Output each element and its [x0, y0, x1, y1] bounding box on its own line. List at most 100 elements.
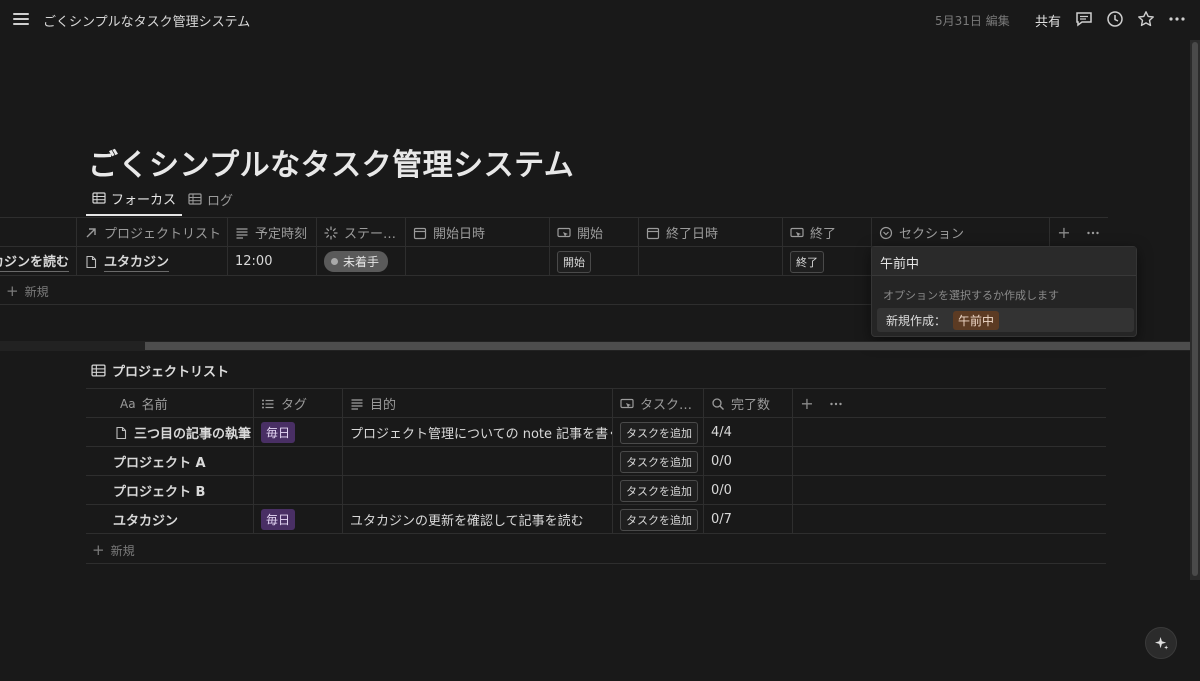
table-icon	[188, 193, 202, 205]
breadcrumb[interactable]: ごくシンプルなタスク管理システム	[43, 11, 250, 30]
start-cell: 開始	[550, 247, 639, 276]
more-columns-icon[interactable]	[1078, 218, 1108, 247]
project-name[interactable]: プロジェクト B	[113, 481, 205, 500]
start-datetime-cell[interactable]	[406, 247, 550, 276]
section-select-dropdown: 午前中 オプションを選択するか作成します 新規作成： 午前中	[871, 246, 1137, 337]
project-name[interactable]: ユタカジン	[113, 510, 178, 529]
history-clock-icon[interactable]	[1106, 10, 1124, 28]
button-cursor-icon	[557, 227, 571, 237]
text-type-icon: Aa	[120, 396, 136, 411]
share-button[interactable]: 共有	[1035, 11, 1061, 30]
add-task-button[interactable]: タスクを追加	[620, 508, 698, 531]
status-cell[interactable]: 未着手	[317, 247, 406, 276]
row-filler	[793, 476, 1106, 505]
table-icon	[92, 192, 106, 204]
more-columns-icon[interactable]	[821, 389, 851, 418]
purpose-cell[interactable]	[343, 476, 613, 505]
project-name-cell[interactable]: プロジェクト B	[86, 476, 254, 505]
end-datetime-cell[interactable]	[639, 247, 783, 276]
purpose-cell[interactable]: ユタカジンの更新を確認して記事を読む	[343, 505, 613, 534]
task-button-cell: タスクを追加	[613, 418, 704, 447]
page-icon	[116, 426, 127, 439]
table-row[interactable]: プロジェクト A タスクを追加 0/0	[86, 447, 1106, 476]
purpose-cell[interactable]: プロジェクト管理についての note 記事を書く	[343, 418, 613, 447]
add-task-button[interactable]: タスクを追加	[620, 479, 698, 502]
create-option-button[interactable]: 新規作成： 午前中	[877, 308, 1134, 332]
horizontal-scrollbar-thumb[interactable]	[145, 342, 1190, 350]
add-column-button[interactable]: +	[1050, 218, 1078, 247]
project-table-header: Aa 名前 タグ 目的 タスク… 完了数 +	[86, 388, 1106, 418]
column-header-status[interactable]: ステー…	[317, 218, 406, 247]
relation-arrow-icon	[86, 227, 96, 237]
column-header-start[interactable]: 開始	[550, 218, 639, 247]
favorite-star-icon[interactable]	[1137, 10, 1155, 28]
done-count-cell[interactable]: 4/4	[704, 418, 793, 447]
status-badge: 未着手	[324, 251, 389, 272]
column-header-end-datetime[interactable]: 終了日時	[639, 218, 783, 247]
new-row-button[interactable]: + 新規	[6, 282, 49, 300]
new-option-tag: 午前中	[953, 310, 1000, 330]
ai-sparkle-button[interactable]	[1145, 627, 1177, 659]
project-name-cell[interactable]: ユタカジン	[86, 505, 254, 534]
tag-cell[interactable]: 毎日	[254, 505, 343, 534]
tag-cell[interactable]	[254, 447, 343, 476]
add-column-button[interactable]: +	[793, 389, 821, 418]
plus-icon: +	[92, 541, 105, 559]
column-header-name[interactable]	[0, 218, 77, 247]
column-header-tag[interactable]: タグ	[254, 389, 343, 418]
project-name[interactable]: プロジェクト A	[113, 452, 206, 471]
column-header-task[interactable]: タスク…	[613, 389, 704, 418]
tab-log[interactable]: ログ	[182, 186, 239, 212]
task-button-cell: タスクを追加	[613, 505, 704, 534]
button-cursor-icon	[620, 398, 634, 408]
task-name[interactable]: カジンを読む	[0, 251, 69, 272]
header-filler	[851, 389, 1106, 418]
vertical-scrollbar-thumb[interactable]	[1192, 42, 1198, 576]
end-button[interactable]: 終了	[790, 250, 824, 273]
add-task-button[interactable]: タスクを追加	[620, 450, 698, 473]
section-search-input[interactable]: 午前中	[872, 247, 1136, 276]
tab-label: フォーカス	[111, 192, 177, 208]
tab-focus[interactable]: フォーカス	[86, 186, 183, 216]
table-row[interactable]: ユタカジン 毎日 ユタカジンの更新を確認して記事を読む タスクを追加 0/7	[86, 505, 1106, 534]
start-button[interactable]: 開始	[557, 250, 591, 273]
comment-icon[interactable]	[1075, 10, 1093, 28]
column-header-end[interactable]: 終了	[783, 218, 872, 247]
column-header-section[interactable]: セクション	[872, 218, 1050, 247]
row-filler	[793, 447, 1106, 476]
tag-cell[interactable]: 毎日	[254, 418, 343, 447]
calendar-icon	[413, 227, 427, 239]
status-spinner-icon	[324, 225, 338, 240]
add-task-button[interactable]: タスクを追加	[620, 421, 698, 444]
project-cell[interactable]: ユタカジン	[77, 247, 228, 276]
table-divider	[86, 563, 1106, 564]
table-row[interactable]: 三つ目の記事の執筆 毎日 プロジェクト管理についての note 記事を書く タスクを追…	[86, 418, 1106, 447]
tag-badge: 毎日	[261, 509, 296, 530]
time-cell[interactable]: 12:00	[228, 247, 317, 276]
column-header-project[interactable]: プロジェクトリスト	[77, 218, 228, 247]
dropdown-hint: オプションを選択するか作成します	[883, 289, 1059, 302]
column-header-purpose[interactable]: 目的	[343, 389, 613, 418]
menu-icon[interactable]	[12, 10, 30, 28]
new-project-button[interactable]: + 新規	[92, 541, 135, 559]
done-count-cell[interactable]: 0/7	[704, 505, 793, 534]
column-header-start-datetime[interactable]: 開始日時	[406, 218, 550, 247]
task-button-cell: タスクを追加	[613, 476, 704, 505]
column-header-time[interactable]: 予定時刻	[228, 218, 317, 247]
column-header-name[interactable]: Aa 名前	[86, 389, 254, 418]
search-icon	[712, 397, 724, 410]
page-title[interactable]: ごくシンプルなタスク管理システム	[88, 140, 574, 184]
task-name-cell[interactable]: カジンを読む	[0, 247, 77, 276]
more-options-icon[interactable]	[1168, 10, 1186, 28]
project-link[interactable]: ユタカジン	[104, 251, 170, 272]
column-header-done-count[interactable]: 完了数	[704, 389, 793, 418]
table-row[interactable]: プロジェクト B タスクを追加 0/0	[86, 476, 1106, 505]
project-name-cell[interactable]: 三つ目の記事の執筆	[86, 418, 254, 447]
purpose-cell[interactable]	[343, 447, 613, 476]
project-list-title[interactable]: プロジェクトリスト	[91, 361, 229, 380]
project-name-cell[interactable]: プロジェクト A	[86, 447, 254, 476]
tag-cell[interactable]	[254, 476, 343, 505]
done-count-cell[interactable]: 0/0	[704, 447, 793, 476]
project-name[interactable]: 三つ目の記事の執筆	[134, 423, 251, 442]
done-count-cell[interactable]: 0/0	[704, 476, 793, 505]
